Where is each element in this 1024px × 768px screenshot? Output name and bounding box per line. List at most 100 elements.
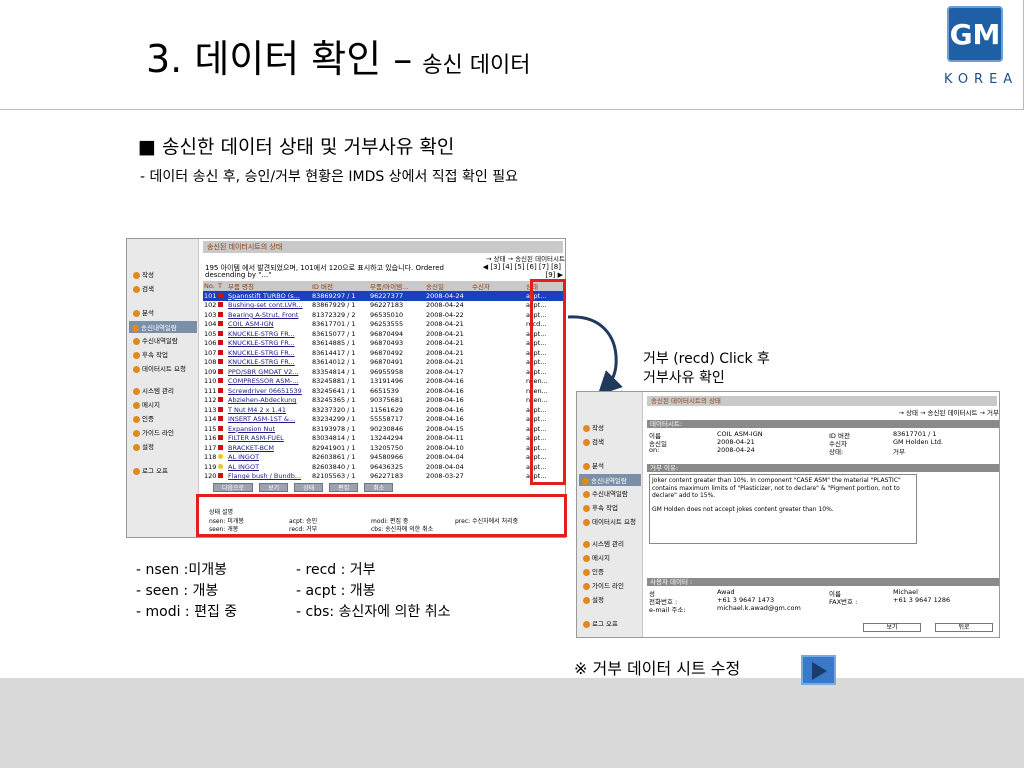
- table-row[interactable]: 103 Bearing A-Strut, Front 81372329 / 2 965…: [203, 310, 565, 320]
- user-data-header: 사용자 데이터 :: [647, 578, 999, 586]
- column-header[interactable]: ID 버전: [311, 281, 369, 291]
- table-cell: 96870493: [370, 339, 404, 348]
- sidebar-item[interactable]: 분석: [583, 460, 604, 470]
- table-row[interactable]: 102 Bushing-set cont.LVR... 83867929 / 1 96…: [203, 301, 565, 311]
- table-row[interactable]: 113 T Nut M4 2 x 1.41 83237320 / 1 11561629…: [203, 405, 565, 415]
- table-cell: [471, 386, 525, 396]
- sidebar-item[interactable]: 가이드 라인: [133, 427, 174, 437]
- table-cell[interactable]: INSERT ASM-1ST &...: [227, 415, 311, 425]
- table-row[interactable]: 108 KNUCKLE-STRG FR... 83614012 / 1 9687049…: [203, 358, 565, 368]
- column-header[interactable]: No.: [203, 281, 217, 291]
- sidebar-item[interactable]: 인증: [583, 566, 604, 576]
- sidebar-item[interactable]: 시스템 관리: [133, 385, 174, 395]
- table-cell: 103: [204, 310, 217, 319]
- column-header[interactable]: 부품 명칭: [227, 281, 311, 291]
- screen1-pagination-next[interactable]: [9] ▶: [545, 271, 563, 279]
- sidebar-item[interactable]: 설정: [583, 594, 604, 604]
- table-cell[interactable]: FILTER ASM-FUEL: [227, 434, 311, 444]
- sidebar-item[interactable]: 메시지: [133, 399, 160, 409]
- sidebar-item[interactable]: 로그 오프: [133, 465, 168, 475]
- table-row[interactable]: 109 PPD/SBR GMDAT V2... 83354814 / 1 969559…: [203, 367, 565, 377]
- table-cell[interactable]: BRACKET-BCM: [227, 443, 311, 453]
- sidebar-item[interactable]: 작성: [133, 269, 154, 279]
- sidebar-item[interactable]: 설정: [133, 441, 154, 451]
- sidebar-item[interactable]: 검색: [583, 436, 604, 446]
- screen1-pagination[interactable]: ◀ [3] [4] [5] [6] [7] [8]: [483, 263, 561, 271]
- sidebar-item[interactable]: 검색: [133, 283, 154, 293]
- table-cell[interactable]: Bushing-set cont.LVR...: [227, 301, 311, 311]
- sidebar-item[interactable]: 송신내역일람: [579, 474, 641, 486]
- table-row[interactable]: 120 Flange bush / Bundb... 82105563 / 1 962…: [203, 472, 565, 482]
- table-cell[interactable]: Screwdriver 06651539: [227, 386, 311, 396]
- table-cell[interactable]: Abziehen-Abdeckung: [227, 396, 311, 406]
- sidebar-item[interactable]: 데이터시트 요청: [133, 363, 186, 373]
- sidebar-item-label: 검색: [592, 438, 604, 446]
- sidebar-item[interactable]: 메시지: [583, 552, 610, 562]
- table-cell[interactable]: AL INGOT: [227, 462, 311, 472]
- sidebar-item[interactable]: 수신내역일람: [583, 488, 628, 498]
- table-cell[interactable]: Bearing A-Strut, Front: [227, 310, 311, 320]
- screen1-button[interactable]: 다음으로: [213, 483, 254, 492]
- table-cell[interactable]: KNUCKLE-STRG FR...: [227, 358, 311, 368]
- table-row[interactable]: 119 AL INGOT 82603840 / 1 96436325 2008-04-0…: [203, 462, 565, 472]
- sidebar-item[interactable]: 후속 작업: [583, 502, 618, 512]
- play-icon[interactable]: [801, 655, 836, 685]
- column-header[interactable]: T: [217, 281, 227, 291]
- table-cell[interactable]: Spannstift TURBO (s...: [227, 291, 311, 301]
- sidebar-item[interactable]: 인증: [133, 413, 154, 423]
- table-row[interactable]: 107 KNUCKLE-STRG FR... 83614417 / 1 9687049…: [203, 348, 565, 358]
- play-triangle-icon: [812, 662, 827, 680]
- sidebar-item-label: 송신내역일람: [141, 324, 177, 332]
- table-row[interactable]: 111 Screwdriver 06651539 83245641 / 1 66515…: [203, 386, 565, 396]
- column-header[interactable]: 송신일: [425, 281, 471, 291]
- sent-datasheet-table: No. T 부품 명칭 ID 버전 부품/아이템... 송신일 수신자 상태 101 Spann…: [203, 281, 565, 481]
- sidebar-item[interactable]: 데이터시트 요청: [583, 516, 636, 526]
- bullet-icon: [583, 554, 590, 562]
- table-cell: [471, 358, 525, 368]
- table-row[interactable]: 112 Abziehen-Abdeckung 83245365 / 1 9037568…: [203, 396, 565, 406]
- screen1-button[interactable]: 취소: [364, 483, 394, 492]
- table-row[interactable]: 114 INSERT ASM-1ST &... 83234299 / 1 555587…: [203, 415, 565, 425]
- table-row[interactable]: 106 KNUCKLE-STRG FR... 83614885 / 1 9687049…: [203, 339, 565, 349]
- table-cell[interactable]: T Nut M4 2 x 1.41: [227, 405, 311, 415]
- legend-cbs: - cbs: 송신자에 의한 취소: [296, 604, 451, 620]
- table-cell[interactable]: Flange bush / Bundb...: [227, 472, 311, 482]
- table-cell[interactable]: KNUCKLE-STRG FR...: [227, 348, 311, 358]
- table-cell[interactable]: COIL ASM-IGN: [227, 320, 311, 330]
- table-row[interactable]: 105 KNUCKLE-STRG FR... 83615077 / 1 9687049…: [203, 329, 565, 339]
- sidebar-item[interactable]: 시스템 관리: [583, 538, 624, 548]
- table-row[interactable]: 116 FILTER ASM-FUEL 83034814 / 1 13244294 20…: [203, 434, 565, 444]
- table-cell: 2008-04-24: [426, 301, 464, 310]
- table-row[interactable]: 101 Spannstift TURBO (s... 83869297 / 1 962…: [203, 291, 565, 301]
- back-button[interactable]: 뒤로: [935, 623, 993, 632]
- sidebar-item[interactable]: 송신내역일람: [129, 321, 197, 333]
- column-header[interactable]: 부품/아이템...: [369, 281, 425, 291]
- table-row[interactable]: 110 COMPRESSOR ASM-... 83245881 / 1 1319149…: [203, 377, 565, 387]
- table-cell[interactable]: KNUCKLE-STRG FR...: [227, 329, 311, 339]
- screen2-panel-title: 송신된 데이터시트의 상태: [647, 396, 997, 406]
- table-row[interactable]: 115 Expansion Nut 83193978 / 1 90230846 2008…: [203, 424, 565, 434]
- sidebar-item[interactable]: 가이드 라인: [583, 580, 624, 590]
- table-cell[interactable]: COMPRESSOR ASM-...: [227, 377, 311, 387]
- screen1-button[interactable]: 보기: [259, 483, 289, 492]
- sidebar-item[interactable]: 로그 오프: [583, 618, 618, 628]
- table-cell[interactable]: Expansion Nut: [227, 424, 311, 434]
- table-cell[interactable]: PPD/SBR GMDAT V2...: [227, 367, 311, 377]
- screen1-button[interactable]: 상태: [294, 483, 324, 492]
- table-row[interactable]: 104 COIL ASM-IGN 83617701 / 1 96253555 2008-…: [203, 320, 565, 330]
- column-header[interactable]: 수신자: [471, 281, 525, 291]
- sidebar-item[interactable]: 작성: [583, 422, 604, 432]
- sidebar-item[interactable]: 수신내역일람: [133, 335, 178, 345]
- screen1-button[interactable]: 편집: [329, 483, 359, 492]
- table-cell: 83234299 / 1: [312, 415, 356, 424]
- table-cell[interactable]: KNUCKLE-STRG FR...: [227, 339, 311, 349]
- table-cell[interactable]: AL INGOT: [227, 453, 311, 463]
- table-row[interactable]: 118 AL INGOT 82603861 / 1 94580966 2008-04-0…: [203, 453, 565, 463]
- table-row[interactable]: 117 BRACKET-BCM 82941901 / 1 13205750 2008-0…: [203, 443, 565, 453]
- table-cell: [217, 377, 227, 387]
- table-cell: 113: [204, 405, 217, 414]
- sidebar-item[interactable]: 분석: [133, 307, 154, 317]
- view-button[interactable]: 보기: [863, 623, 921, 632]
- sidebar-item[interactable]: 후속 작업: [133, 349, 168, 359]
- sidebar-item-label: 인증: [592, 568, 604, 576]
